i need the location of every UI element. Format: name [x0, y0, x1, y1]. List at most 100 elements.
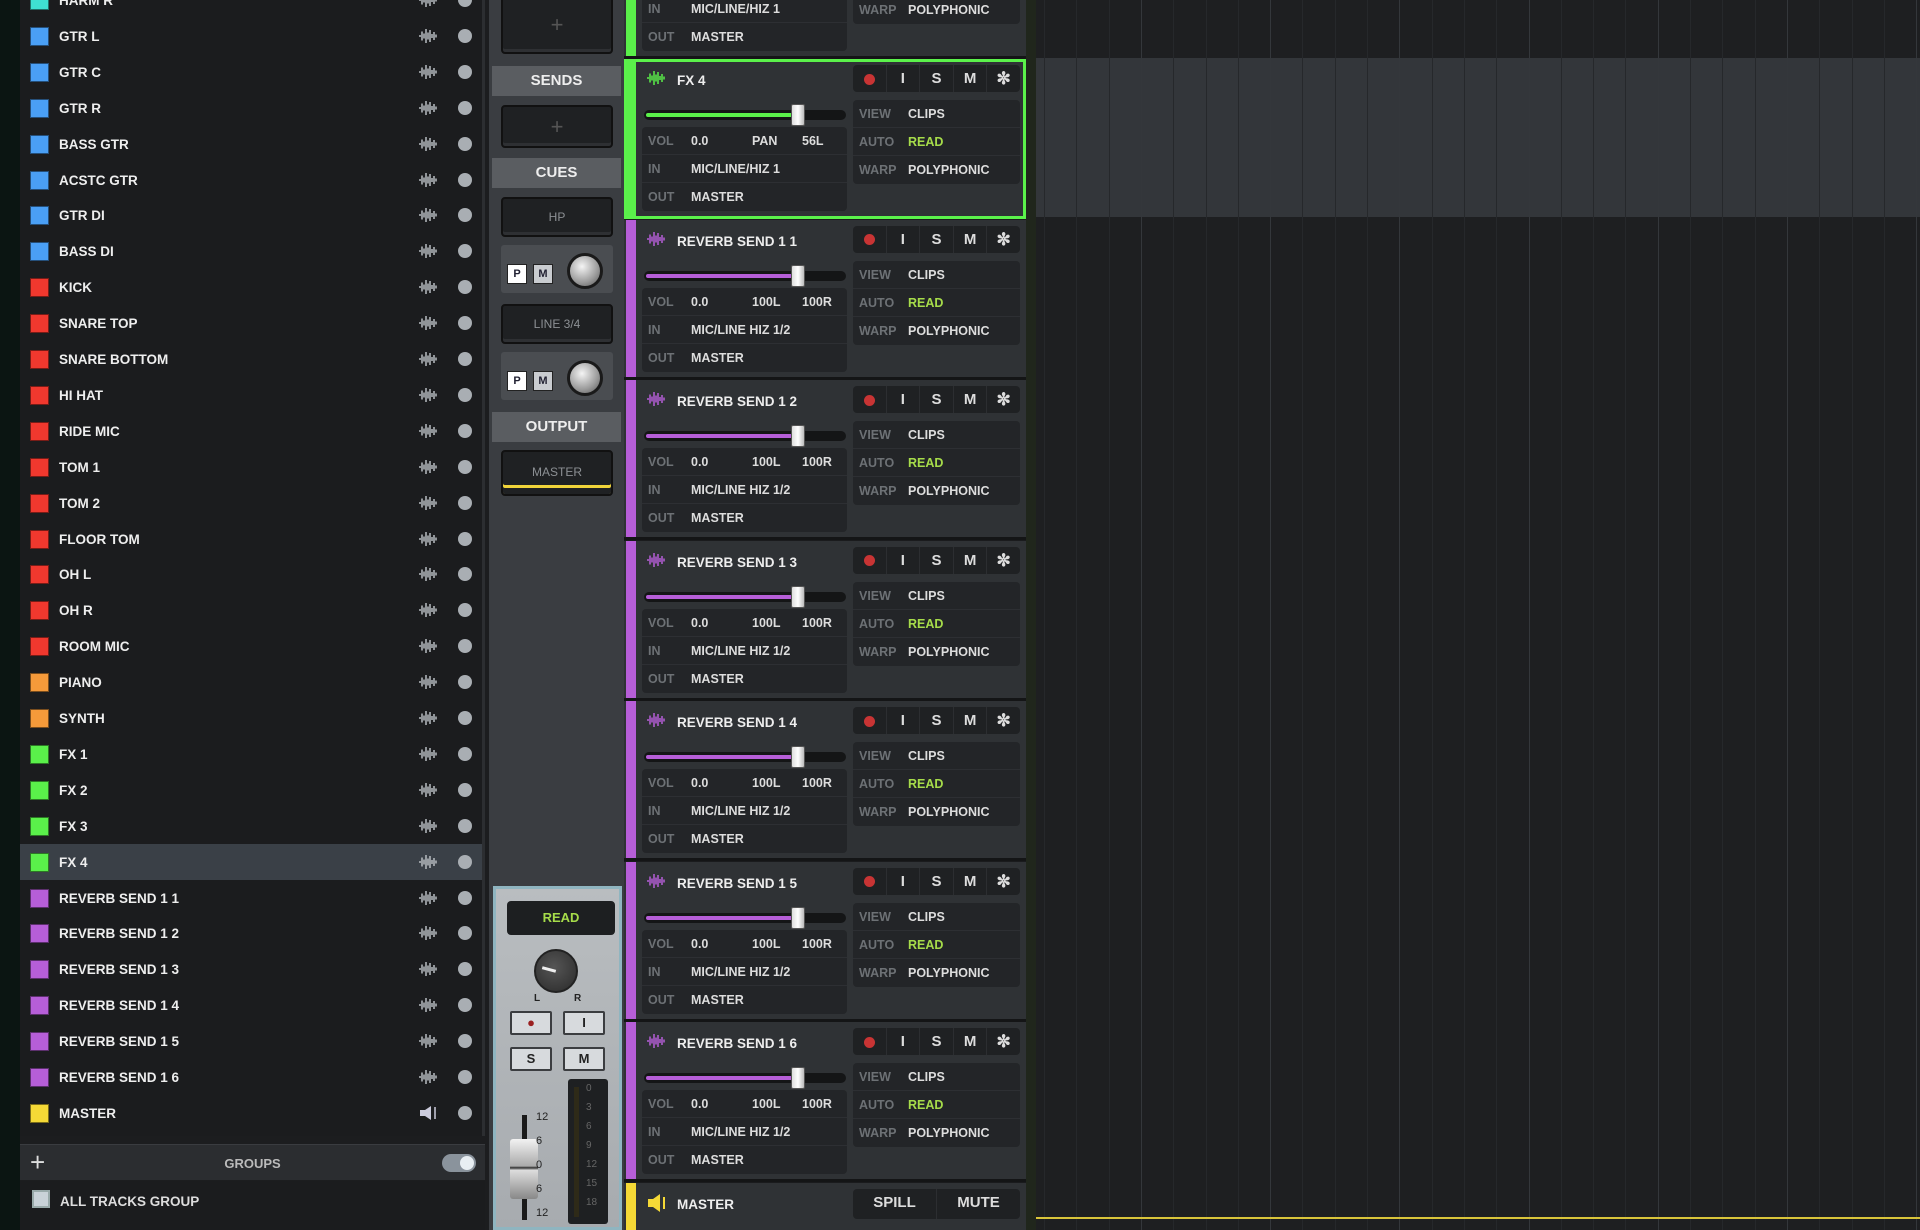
track-color-swatch[interactable] [30, 852, 49, 872]
track-active-toggle[interactable] [458, 890, 472, 905]
track-color-swatch[interactable] [30, 673, 49, 693]
settings-row[interactable]: WARP POLYPHONIC [853, 798, 1020, 826]
record-arm-button[interactable] [853, 225, 887, 253]
solo-button[interactable]: S [920, 225, 954, 253]
track-list-item[interactable]: RIDE MIC [20, 413, 482, 449]
track-color-swatch[interactable] [30, 816, 49, 836]
track-list-item[interactable]: GTR L [20, 18, 482, 54]
track-active-toggle[interactable] [458, 495, 472, 510]
track-list-item[interactable]: GTR C [20, 54, 482, 90]
cue-output-hp[interactable]: HP [501, 197, 613, 237]
volume-fader[interactable] [510, 1139, 538, 1199]
track-active-toggle[interactable] [458, 459, 472, 474]
track-name[interactable]: REVERB SEND 1 2 [677, 394, 797, 409]
settings-row[interactable]: WARP POLYPHONIC [853, 1119, 1020, 1147]
mute-button[interactable]: M [563, 1047, 605, 1071]
record-arm-button[interactable] [853, 1028, 887, 1055]
track-active-toggle[interactable] [458, 962, 472, 977]
track-color-swatch[interactable] [30, 493, 49, 513]
master-mute-button[interactable]: MUTE [937, 1189, 1020, 1219]
track-color-swatch[interactable] [30, 709, 49, 728]
track-active-toggle[interactable] [458, 136, 472, 151]
freeze-button[interactable]: ✼ [987, 226, 1020, 253]
track-list-item[interactable]: ROOM MIC [20, 628, 482, 664]
track-list-item[interactable]: REVERB SEND 1 3 [20, 951, 482, 987]
settings-row[interactable]: AUTO READ [853, 770, 1020, 798]
freeze-button[interactable]: ✼ [987, 547, 1020, 574]
track-list-item[interactable]: REVERB SEND 1 6 [20, 1059, 482, 1095]
mute-button[interactable]: M [954, 867, 988, 895]
track-color-swatch[interactable] [30, 1103, 49, 1123]
track-list-item[interactable]: ACSTC GTR [20, 162, 482, 198]
track-block[interactable]: REVERB SEND 1 2 I S M ✼ VOL 0.0 100L 100R IN MIC/L… [624, 380, 1026, 540]
track-name[interactable]: REVERB SEND 1 4 [677, 715, 797, 730]
cue-output-line34[interactable]: LINE 3/4 [501, 304, 613, 344]
volume-slider-thumb[interactable] [790, 264, 805, 287]
track-list-item[interactable]: SNARE BOTTOM [20, 341, 482, 377]
track-color-swatch[interactable] [30, 960, 49, 980]
routing-row[interactable]: OUT MASTER [642, 825, 847, 853]
mute-button[interactable]: M [954, 65, 988, 92]
track-color-swatch[interactable] [30, 62, 49, 82]
track-active-toggle[interactable] [458, 1034, 472, 1049]
volume-slider[interactable] [644, 1067, 846, 1089]
track-active-toggle[interactable] [458, 782, 472, 797]
track-color-swatch[interactable] [30, 601, 49, 621]
settings-row[interactable]: VIEW CLIPS [853, 582, 1020, 610]
settings-row[interactable]: AUTO READ [853, 931, 1020, 959]
groups-toggle[interactable] [442, 1154, 476, 1172]
track-active-toggle[interactable] [458, 0, 472, 7]
settings-row[interactable]: VIEW CLIPS [853, 100, 1020, 128]
track-list-item[interactable]: HARM R [20, 0, 482, 18]
routing-row[interactable]: VOL 0.0 100L 100R [642, 288, 847, 316]
track-active-toggle[interactable] [458, 854, 472, 869]
track-name[interactable]: MASTER [677, 1197, 734, 1212]
cue-pre-button[interactable]: P [507, 264, 527, 284]
track-block[interactable]: REVERB SEND 1 4 I S M ✼ VOL 0.0 100L 100R IN MIC/L… [624, 701, 1026, 861]
track-color-swatch[interactable] [30, 26, 49, 46]
volume-slider[interactable] [644, 104, 846, 126]
track-active-toggle[interactable] [458, 531, 472, 546]
input-monitor-button[interactable]: I [887, 867, 921, 895]
track-active-toggle[interactable] [458, 1105, 472, 1120]
volume-slider[interactable] [644, 906, 846, 929]
track-color-swatch[interactable] [30, 565, 49, 585]
track-active-toggle[interactable] [458, 639, 472, 654]
track-list-item[interactable]: BASS DI [20, 233, 482, 269]
routing-row[interactable]: VOL 0.0 100L 100R [642, 930, 847, 958]
track-color-swatch[interactable] [30, 170, 49, 190]
settings-row[interactable]: WARP POLYPHONIC [853, 477, 1020, 505]
volume-slider-thumb[interactable] [790, 104, 805, 126]
mute-button[interactable]: M [954, 386, 988, 413]
routing-row[interactable]: OUT MASTER [642, 986, 847, 1014]
routing-row[interactable]: OUT MASTER [642, 1146, 847, 1174]
volume-slider-thumb[interactable] [790, 425, 805, 447]
record-arm-button[interactable] [853, 867, 887, 895]
settings-row[interactable]: WARP POLYPHONIC [853, 156, 1020, 184]
track-active-toggle[interactable] [458, 208, 472, 223]
solo-button[interactable]: S [920, 546, 954, 574]
solo-button[interactable]: S [920, 65, 954, 92]
cue-level-knob[interactable] [567, 360, 603, 396]
track-list-item[interactable]: REVERB SEND 1 2 [20, 915, 482, 951]
track-active-toggle[interactable] [458, 387, 472, 402]
settings-row[interactable]: VIEW CLIPS [853, 1063, 1020, 1091]
routing-row[interactable]: IN MIC/LINE HIZ 1/2 [642, 797, 847, 825]
track-block[interactable]: REVERB SEND 1 1 I S M ✼ VOL 0.0 100L 100R IN MIC/L… [624, 219, 1026, 380]
track-block[interactable]: REVERB SEND 1 3 I S M ✼ VOL 0.0 100L 100R IN MIC/L… [624, 540, 1026, 701]
mute-button[interactable]: M [954, 546, 988, 574]
track-list-item[interactable]: TOM 2 [20, 485, 482, 521]
track-color-swatch[interactable] [30, 98, 49, 118]
track-color-swatch[interactable] [30, 134, 49, 154]
settings-row[interactable]: VIEW CLIPS [853, 421, 1020, 449]
routing-row[interactable]: VOL 0.0 100L 100R [642, 1090, 847, 1118]
track-color-swatch[interactable] [30, 350, 49, 369]
track-list-item[interactable]: FX 4 [20, 843, 482, 880]
routing-row[interactable]: VOL 0.0 PAN 56L [642, 127, 847, 155]
track-active-toggle[interactable] [458, 567, 472, 582]
track-list-item[interactable]: FX 2 [20, 772, 482, 808]
settings-row[interactable]: VIEW CLIPS [853, 903, 1020, 931]
mute-button[interactable]: M [954, 707, 988, 734]
track-color-swatch[interactable] [30, 996, 49, 1016]
settings-row[interactable]: AUTO READ [853, 289, 1020, 317]
